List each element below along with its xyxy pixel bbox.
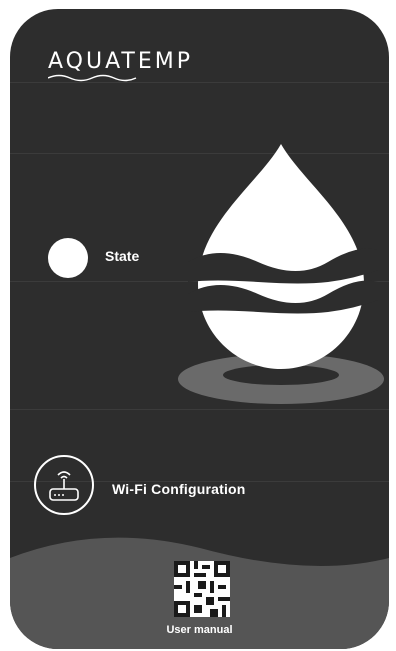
state-label: State xyxy=(105,248,140,264)
qr-code-icon[interactable] xyxy=(174,561,230,617)
wifi-config-button[interactable] xyxy=(34,455,94,515)
router-icon xyxy=(49,471,79,501)
wifi-config-label[interactable]: Wi-Fi Configuration xyxy=(112,481,246,497)
divider-line xyxy=(10,409,389,410)
state-indicator-icon xyxy=(48,238,88,278)
user-manual-label[interactable]: User manual xyxy=(10,624,389,636)
brand-logo: AQUATEMP xyxy=(48,49,190,99)
logo-wave-icon xyxy=(48,74,137,82)
aquatemp-panel-card: AQUATEMP State Wi-Fi Configuration User … xyxy=(10,9,389,649)
qr-code-pattern xyxy=(174,561,230,617)
brand-name: AQUATEMP xyxy=(48,49,194,74)
water-drop-icon xyxy=(178,144,384,404)
